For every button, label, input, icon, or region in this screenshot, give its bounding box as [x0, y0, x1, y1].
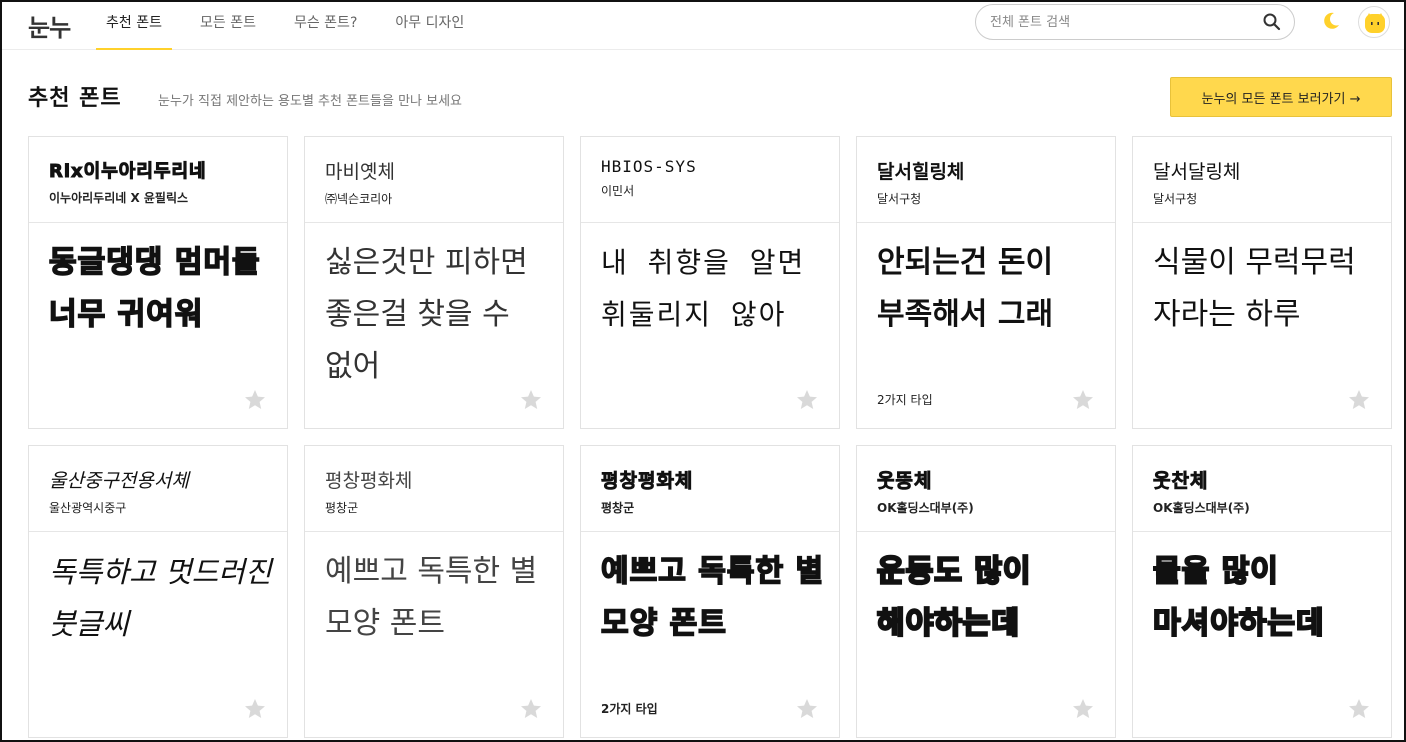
font-card-header: 울산중구전용서체 울산광역시중구 — [29, 446, 287, 532]
font-card[interactable]: 달서힐링체 달서구청 안되는건 돈이 부족해서 그래 2가지 타입 — [856, 136, 1116, 429]
font-name[interactable]: 평창평화체 — [325, 466, 543, 493]
font-card[interactable]: 웃뜽체 OK홀딩스대부(주) 운동도 많이 해야하는데 — [856, 445, 1116, 738]
favorite-star-icon[interactable] — [243, 697, 267, 721]
favorite-star-icon[interactable] — [519, 697, 543, 721]
font-type-count: 2가지 타입 — [877, 393, 933, 407]
font-maker: 이민서 — [601, 184, 635, 198]
font-sample-text: 예쁘고 독특한 별 모양 폰트 — [600, 553, 825, 642]
font-sample-text: 동글댕댕 멈머들 너무 귀여워 — [48, 244, 261, 333]
font-card-header: HBIOS-SYS 이민서 — [581, 137, 839, 223]
view-all-fonts-button[interactable]: 눈누의 모든 폰트 보러가기 → — [1170, 77, 1392, 117]
font-maker: 울산광역시중구 — [49, 501, 127, 515]
nav-random-design[interactable]: 아무 디자인 — [385, 2, 474, 50]
font-sample-text: 안되는건 돈이 부족해서 그래 — [877, 245, 1054, 332]
font-name[interactable]: 웃찬체 — [1153, 466, 1371, 493]
search-icon[interactable] — [1262, 12, 1282, 32]
font-name[interactable]: HBIOS-SYS — [601, 157, 819, 176]
favorite-star-icon[interactable] — [795, 388, 819, 412]
font-card-header: 달서달링체 달서구청 — [1133, 137, 1391, 223]
font-card[interactable]: HBIOS-SYS 이민서 내 취향을 알면 휘둘리지 않아 — [580, 136, 840, 429]
font-maker: 달서구청 — [1153, 192, 1198, 206]
page-subtitle: 눈누가 직접 제안하는 용도별 추천 폰트들을 만나 보세요 — [158, 94, 463, 109]
font-maker: OK홀딩스대부(주) — [877, 501, 974, 515]
favorite-star-icon[interactable] — [795, 697, 819, 721]
font-card-header: 평창평화체 평창군 — [581, 446, 839, 532]
favorite-star-icon[interactable] — [1071, 388, 1095, 412]
font-sample-text: 예쁘고 독특한 별 모양 폰트 — [325, 554, 538, 641]
font-maker: 평창군 — [601, 501, 635, 515]
font-maker: 평창군 — [325, 501, 359, 515]
search-box[interactable] — [975, 4, 1295, 40]
font-name[interactable]: 울산중구전용서체 — [49, 466, 267, 493]
top-navigation-bar: 눈누 추천 폰트 모든 폰트 무슨 폰트? 아무 디자인 — [2, 2, 1404, 50]
favorite-star-icon[interactable] — [1347, 697, 1371, 721]
font-card-header: 평창평화체 평창군 — [305, 446, 563, 532]
avatar-face-icon — [1365, 13, 1385, 33]
user-avatar[interactable] — [1358, 6, 1390, 38]
site-logo[interactable]: 눈누 — [28, 8, 71, 43]
font-card-header: 웃뜽체 OK홀딩스대부(주) — [857, 446, 1115, 532]
nav-which-font[interactable]: 무슨 폰트? — [284, 2, 367, 50]
font-sample-text: 독특하고 멋드러진 붓글씨 — [49, 555, 272, 641]
font-sample-text: 식물이 무럭무럭 자라는 하루 — [1153, 245, 1356, 332]
font-maker: OK홀딩스대부(주) — [1153, 501, 1250, 515]
font-card-header: 웃찬체 OK홀딩스대부(주) — [1133, 446, 1391, 532]
font-type-count: 2가지 타입 — [601, 702, 658, 716]
main-nav: 추천 폰트 모든 폰트 무슨 폰트? 아무 디자인 — [96, 2, 492, 50]
search-input[interactable] — [990, 12, 1240, 32]
font-name[interactable]: 평창평화체 — [601, 466, 819, 493]
font-name[interactable]: 마비옛체 — [325, 157, 543, 184]
font-card[interactable]: 울산중구전용서체 울산광역시중구 독특하고 멋드러진 붓글씨 — [28, 445, 288, 738]
font-card[interactable]: 평창평화체 평창군 예쁘고 독특한 별 모양 폰트 — [304, 445, 564, 738]
font-name[interactable]: 웃뜽체 — [877, 466, 1095, 493]
font-sample-text: 내 취향을 알면 휘둘리지 않아 — [601, 246, 806, 331]
font-card-grid: Rix이누아리두리네 이누아리두리네 X 윤필릭스 동글댕댕 멈머들 너무 귀여… — [28, 136, 1394, 738]
favorite-star-icon[interactable] — [519, 388, 543, 412]
font-card[interactable]: 평창평화체 평창군 예쁘고 독특한 별 모양 폰트 2가지 타입 — [580, 445, 840, 738]
font-card-header: Rix이누아리두리네 이누아리두리네 X 윤필릭스 — [29, 137, 287, 223]
favorite-star-icon[interactable] — [1071, 697, 1095, 721]
font-name[interactable]: 달서힐링체 — [877, 157, 1095, 184]
favorite-star-icon[interactable] — [243, 388, 267, 412]
dark-mode-moon-icon[interactable] — [1321, 11, 1341, 31]
font-card[interactable]: 웃찬체 OK홀딩스대부(주) 물을 많이 마셔야하는데 — [1132, 445, 1392, 738]
favorite-star-icon[interactable] — [1347, 388, 1371, 412]
font-card-header: 마비옛체 ㈜넥슨코리아 — [305, 137, 563, 223]
font-maker: 달서구청 — [877, 192, 922, 206]
font-card-header: 달서힐링체 달서구청 — [857, 137, 1115, 223]
font-card[interactable]: 달서달링체 달서구청 식물이 무럭무럭 자라는 하루 — [1132, 136, 1392, 429]
font-card[interactable]: Rix이누아리두리네 이누아리두리네 X 윤필릭스 동글댕댕 멈머들 너무 귀여… — [28, 136, 288, 429]
font-name[interactable]: Rix이누아리두리네 — [49, 157, 267, 183]
font-name[interactable]: 달서달링체 — [1153, 157, 1371, 184]
font-sample-text: 운동도 많이 해야하는데 — [876, 553, 1032, 642]
font-sample-text: 물을 많이 마셔야하는데 — [1152, 553, 1325, 642]
font-maker: ㈜넥슨코리아 — [325, 192, 393, 206]
nav-all-fonts[interactable]: 모든 폰트 — [190, 2, 266, 50]
font-card[interactable]: 마비옛체 ㈜넥슨코리아 싫은것만 피하면 좋은걸 찾을 수 없어 — [304, 136, 564, 429]
nav-recommended-fonts[interactable]: 추천 폰트 — [96, 2, 172, 50]
font-maker: 이누아리두리네 X 윤필릭스 — [49, 191, 189, 205]
font-sample-text: 싫은것만 피하면 좋은걸 찾을 수 없어 — [325, 245, 528, 384]
page-title: 추천 폰트 — [28, 86, 122, 111]
